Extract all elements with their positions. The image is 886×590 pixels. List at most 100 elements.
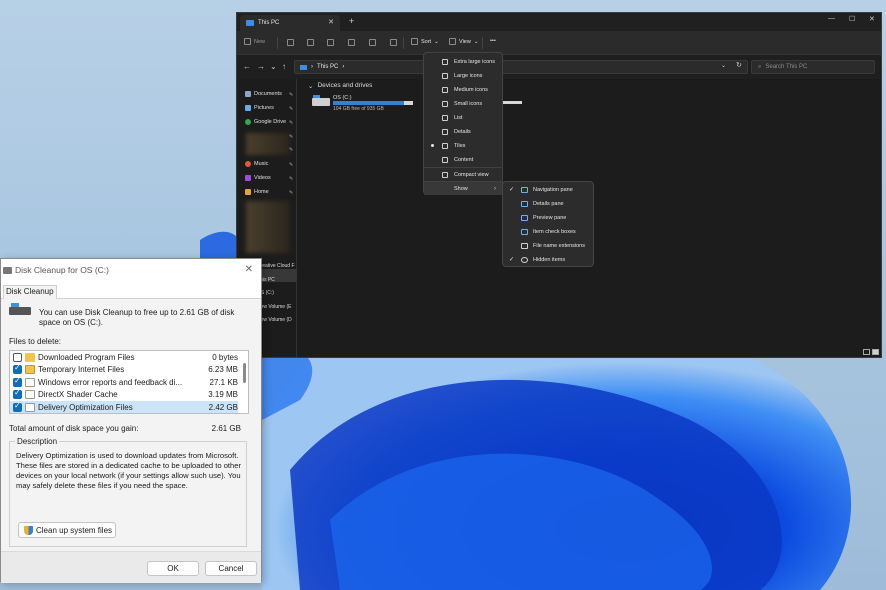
tab-this-pc[interactable]: This PC ✕: [240, 15, 340, 31]
refresh-icon[interactable]: ↻: [736, 61, 742, 69]
pin-icon: ✎: [289, 92, 294, 98]
maximize-button[interactable]: ☐: [849, 15, 855, 23]
address-bar[interactable]: › This PC ›: [294, 60, 748, 74]
tab-disk-cleanup[interactable]: Disk Cleanup: [3, 285, 57, 299]
menu-item-small-icons[interactable]: Small icons: [424, 97, 502, 110]
chevron-right-icon: ›: [311, 64, 313, 70]
view-label: View: [459, 38, 471, 45]
checkbox[interactable]: [13, 388, 22, 400]
list-item[interactable]: Delivery Optimization Files 2.42 GB: [10, 401, 238, 413]
minimize-button[interactable]: —: [828, 15, 835, 22]
back-icon[interactable]: ←: [243, 62, 251, 71]
menu-item-label: Preview pane: [533, 215, 567, 221]
breadcrumb[interactable]: This PC: [317, 64, 338, 70]
menu-item-hidden-items[interactable]: ✓ Hidden items: [503, 253, 593, 267]
menu-item-file-name-extensions[interactable]: File name extensions: [503, 239, 593, 253]
sidebar-item-label: Videos: [254, 175, 271, 181]
cut-icon[interactable]: [287, 39, 294, 46]
rename-icon[interactable]: [348, 39, 355, 46]
sidebar-item-documents[interactable]: Documents: [245, 91, 282, 97]
more-options-button[interactable]: •••: [490, 38, 496, 44]
menu-item-label: Medium icons: [454, 86, 488, 93]
details-icon: [442, 128, 448, 135]
sidebar-item-home[interactable]: Home: [245, 189, 269, 195]
pin-icon: ✎: [289, 190, 294, 196]
blurred-folder: [246, 133, 290, 155]
search-input[interactable]: ⌕ Search This PC: [751, 60, 875, 74]
sidebar-item-new-volume-e[interactable]: New Volume (E: [257, 301, 295, 315]
file-category-size: 0 bytes: [212, 352, 238, 362]
checkbox[interactable]: [13, 363, 22, 375]
disk-cleanup-dialog: Disk Cleanup for OS (C:) ✕ Disk Cleanup …: [0, 258, 262, 583]
ok-button[interactable]: OK: [147, 561, 199, 576]
tiles-icon: [442, 142, 448, 149]
pin-icon: ✎: [289, 162, 294, 168]
checkbox[interactable]: [13, 352, 22, 362]
videos-icon: [245, 175, 251, 181]
file-icon: [25, 390, 35, 400]
menu-item-extra-large-icons[interactable]: Extra large icons: [424, 55, 502, 68]
forward-icon[interactable]: →: [257, 62, 265, 71]
list-scrollbar[interactable]: [239, 351, 248, 413]
menu-item-compact-view[interactable]: Compact view: [424, 168, 502, 181]
up-icon[interactable]: ↑: [282, 62, 286, 71]
clean-up-system-files-button[interactable]: Clean up system files: [18, 522, 116, 538]
dialog-body: You can use Disk Cleanup to free up to 2…: [1, 299, 261, 547]
cancel-button[interactable]: Cancel: [205, 561, 257, 576]
checkbox[interactable]: [13, 376, 22, 387]
preview-pane-icon: [521, 215, 528, 221]
new-tab-button[interactable]: +: [349, 16, 354, 26]
sidebar-item-this-pc[interactable]: This PC: [257, 274, 295, 288]
list-item[interactable]: Temporary Internet Files 6.23 MB: [10, 363, 238, 377]
compact-view-icon: [442, 171, 448, 178]
checkbox[interactable]: [13, 401, 22, 412]
menu-item-navigation-pane[interactable]: ✓ Navigation pane: [503, 183, 593, 197]
list-item[interactable]: Windows error reports and feedback di...…: [10, 376, 238, 389]
eye-icon: [521, 257, 528, 263]
menu-item-tiles[interactable]: Tiles: [424, 139, 502, 152]
sidebar-item-label: Google Drive: [254, 119, 287, 125]
share-icon[interactable]: [369, 39, 376, 46]
sidebar-item-os-c[interactable]: OS (C:): [257, 287, 295, 301]
menu-item-large-icons[interactable]: Large icons: [424, 69, 502, 82]
menu-item-list[interactable]: List: [424, 111, 502, 124]
menu-item-show[interactable]: Show ›: [424, 182, 502, 195]
list-item[interactable]: DirectX Shader Cache 3.19 MB: [10, 388, 238, 402]
menu-item-label: Details pane: [533, 201, 564, 207]
menu-item-details-pane[interactable]: Details pane: [503, 197, 593, 211]
tab-close-icon[interactable]: ✕: [328, 18, 334, 26]
chevron-down-icon[interactable]: ⌄: [270, 62, 277, 71]
new-button[interactable]: New: [244, 38, 265, 45]
menu-item-medium-icons[interactable]: Medium icons: [424, 83, 502, 96]
sort-button[interactable]: Sort ⌄: [411, 38, 439, 45]
menu-item-preview-pane[interactable]: Preview pane: [503, 211, 593, 225]
menu-item-item-check-boxes[interactable]: Item check boxes: [503, 225, 593, 239]
sidebar-item-videos[interactable]: Videos: [245, 175, 271, 181]
delete-icon[interactable]: [390, 39, 397, 46]
sidebar-item-google-drive[interactable]: Google Drive: [245, 119, 286, 125]
group-header[interactable]: ⌄ Devices and drives: [308, 82, 372, 90]
view-button[interactable]: View ⌄: [449, 38, 478, 45]
chevron-down-icon: ⌄: [434, 38, 439, 45]
list-item[interactable]: Downloaded Program Files 0 bytes: [10, 351, 238, 364]
close-button[interactable]: ✕: [245, 264, 253, 275]
details-view-icon[interactable]: [863, 349, 870, 355]
menu-item-content[interactable]: Content: [424, 153, 502, 166]
search-placeholder: Search This PC: [765, 64, 808, 70]
sidebar-item-creative-cloud[interactable]: Creative Cloud F: [257, 260, 295, 274]
paste-icon[interactable]: [327, 39, 334, 46]
tiles-view-icon[interactable]: [872, 349, 879, 355]
sidebar-item-pictures[interactable]: Pictures: [245, 105, 274, 111]
files-to-delete-list[interactable]: Downloaded Program Files 0 bytes Tempora…: [9, 350, 249, 414]
address-dropdown-icon[interactable]: ⌄: [721, 62, 726, 69]
menu-item-label: Extra large icons: [454, 58, 495, 65]
drive-icon: [312, 95, 330, 109]
menu-item-details[interactable]: Details: [424, 125, 502, 138]
drive-icon: [9, 303, 31, 317]
close-button[interactable]: ✕: [869, 15, 875, 23]
search-icon: ⌕: [758, 63, 762, 70]
sidebar-item-new-volume-d[interactable]: New Volume (D: [257, 314, 295, 328]
copy-icon[interactable]: [307, 39, 314, 46]
sidebar-item-music[interactable]: Music: [245, 161, 268, 167]
show-submenu: ✓ Navigation pane Details pane Preview p…: [502, 181, 594, 267]
